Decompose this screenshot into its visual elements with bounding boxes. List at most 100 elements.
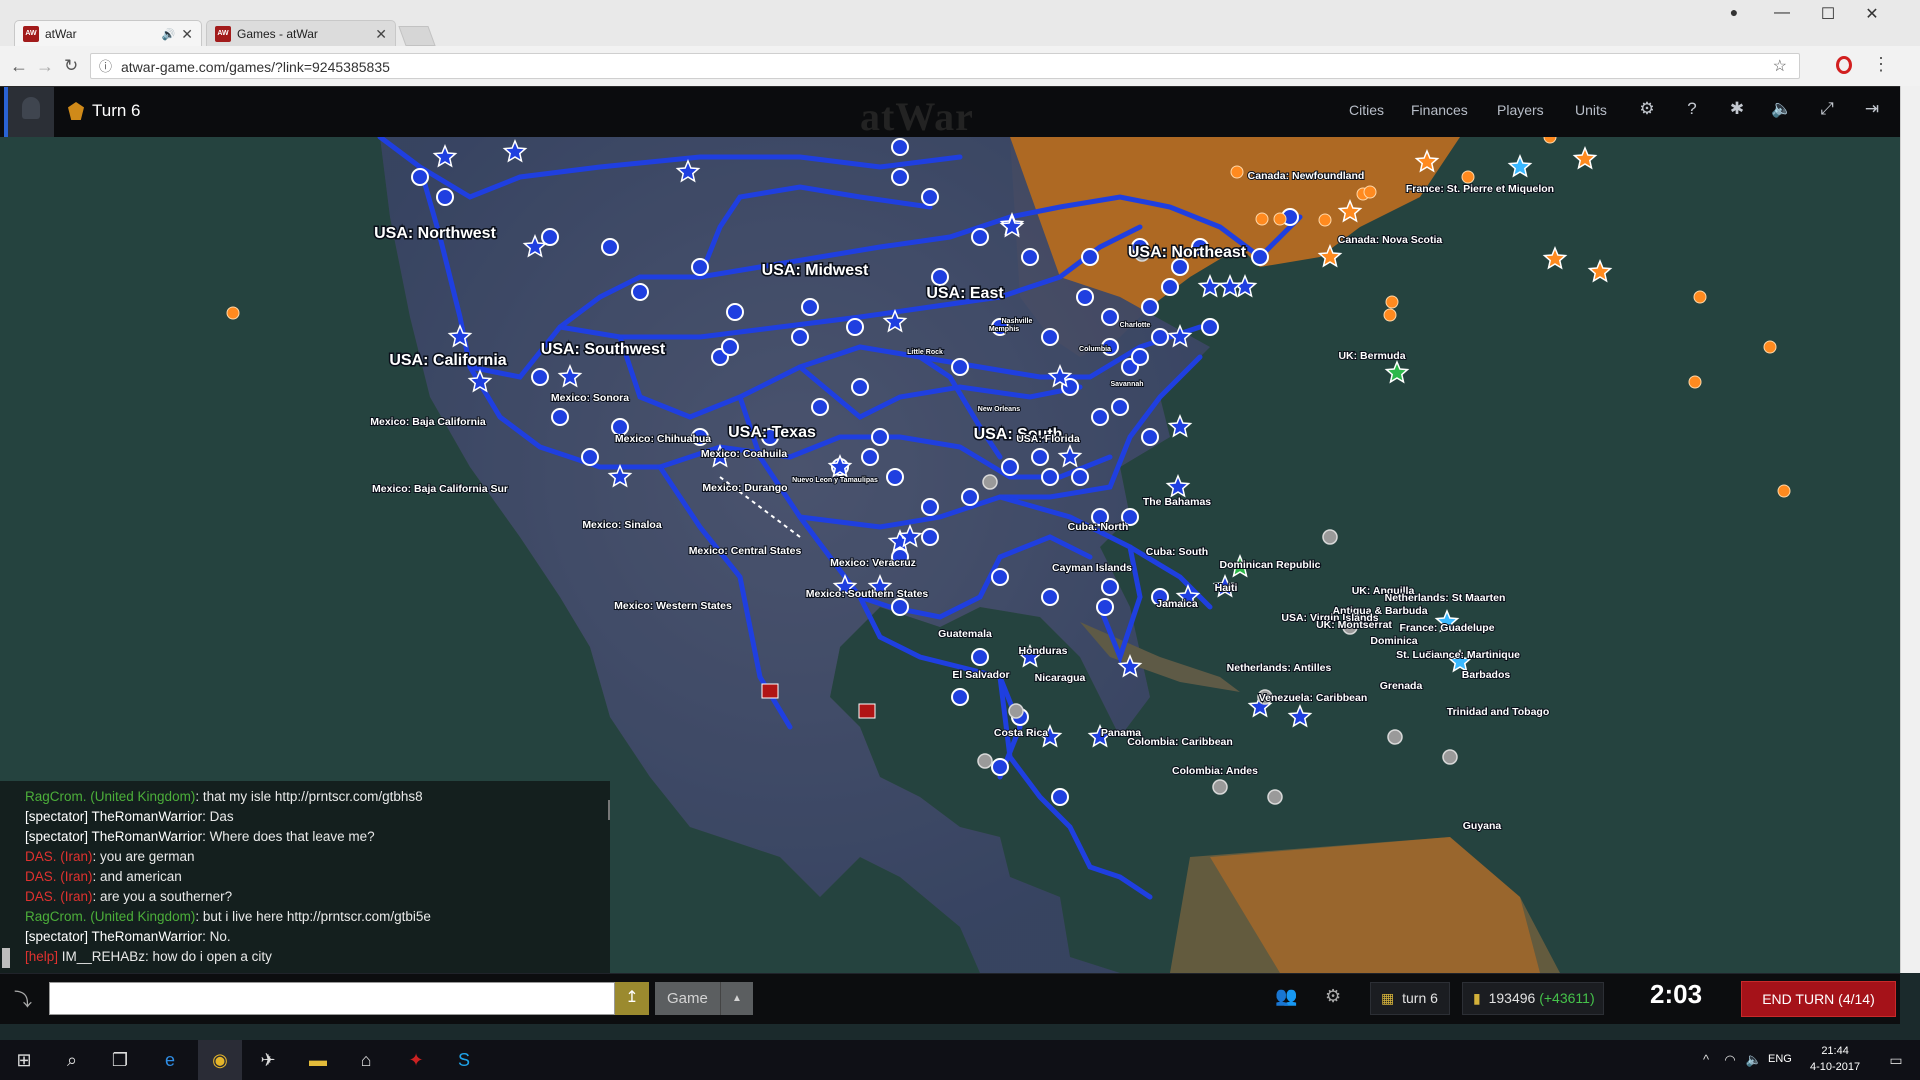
money-pill[interactable]: ▮ 193496 (+43611)	[1462, 982, 1604, 1015]
city-marker[interactable]	[581, 448, 599, 466]
windows-start-icon[interactable]: ⊞	[12, 1048, 36, 1072]
city-marker[interactable]	[1091, 408, 1109, 426]
city-marker[interactable]	[1385, 295, 1399, 309]
city-marker[interactable]	[436, 188, 454, 206]
city-marker[interactable]	[1255, 212, 1269, 226]
city-marker[interactable]	[691, 258, 709, 276]
audio-icon[interactable]: 🔊	[162, 28, 176, 41]
chat-sender[interactable]: [spectator] TheRomanWarrior	[25, 829, 202, 844]
city-marker[interactable]	[971, 228, 989, 246]
system-clock[interactable]: 21:44 4-10-2017	[1810, 1043, 1860, 1075]
chat-sender[interactable]: [help]	[25, 949, 58, 964]
region-label[interactable]: Trinidad and Tobago	[1446, 705, 1550, 719]
neutral-city-marker[interactable]	[982, 474, 998, 490]
region-label[interactable]: Cayman Islands	[1051, 561, 1133, 575]
region-label[interactable]: Mexico: Chihuahua	[614, 432, 712, 446]
city-marker[interactable]	[891, 168, 909, 186]
city-marker[interactable]	[1101, 578, 1119, 596]
city-marker[interactable]	[1111, 398, 1129, 416]
city-marker[interactable]	[1171, 258, 1189, 276]
city-marker[interactable]	[1141, 428, 1159, 446]
city-marker[interactable]	[1363, 185, 1377, 199]
city-marker[interactable]	[921, 498, 939, 516]
region-label[interactable]: USA: Florida	[1015, 432, 1081, 446]
new-tab-button[interactable]	[398, 26, 436, 46]
tab-atwar[interactable]: AW atWar 🔊 ✕	[14, 20, 202, 47]
region-label[interactable]: St. Lucia	[1395, 648, 1441, 662]
turn-pill[interactable]: ▦ turn 6	[1370, 982, 1450, 1015]
city-marker[interactable]	[891, 138, 909, 156]
enemy-unit-marker[interactable]	[858, 703, 876, 719]
chat-sender[interactable]: DAS. (Iran)	[25, 849, 93, 864]
browser-menu-icon[interactable]: ⋮	[1872, 54, 1890, 75]
end-turn-button[interactable]: END TURN (4/14)	[1741, 981, 1896, 1017]
close-tab-icon[interactable]: ✕	[375, 26, 387, 43]
neutral-city-marker[interactable]	[977, 753, 993, 769]
city-marker[interactable]	[1021, 248, 1039, 266]
city-marker[interactable]	[961, 488, 979, 506]
sound-icon[interactable]: 🔈	[1771, 99, 1793, 119]
help-icon[interactable]: ?	[1681, 99, 1703, 119]
region-label[interactable]: Charlotte	[1119, 321, 1152, 330]
chat-channel-select[interactable]: Game ▲	[655, 982, 753, 1015]
region-label[interactable]: Mexico: Baja California	[369, 415, 487, 429]
region-label[interactable]: USA: Southwest	[539, 340, 667, 360]
region-label[interactable]: USA: California	[388, 351, 508, 371]
city-marker[interactable]	[1131, 348, 1149, 366]
city-marker[interactable]	[1096, 598, 1114, 616]
city-marker[interactable]	[851, 378, 869, 396]
city-marker[interactable]	[791, 328, 809, 346]
city-marker[interactable]	[811, 398, 829, 416]
bookmark-star-icon[interactable]: ☆	[1773, 54, 1787, 80]
store-icon[interactable]: ⌂	[354, 1048, 378, 1072]
city-marker[interactable]	[1051, 788, 1069, 806]
volume-icon[interactable]: 🔈	[1742, 1048, 1766, 1072]
city-marker[interactable]	[1693, 290, 1707, 304]
region-label[interactable]: France: St. Pierre et Miquelon	[1405, 182, 1555, 196]
region-label[interactable]: Savannah	[1109, 380, 1144, 389]
region-label[interactable]: USA: East	[925, 284, 1006, 304]
region-label[interactable]: Guatemala	[937, 627, 993, 641]
region-label[interactable]: Cuba: South	[1145, 545, 1209, 559]
region-label[interactable]: Nuevo Leon y Tamaulipas	[791, 476, 879, 485]
chat-sender[interactable]: RagCrom. (United Kingdom)	[25, 909, 195, 924]
city-marker[interactable]	[871, 428, 889, 446]
region-label[interactable]: The Bahamas	[1142, 495, 1212, 509]
city-marker[interactable]	[726, 303, 744, 321]
city-marker[interactable]	[541, 228, 559, 246]
neutral-city-marker[interactable]	[1322, 529, 1338, 545]
city-marker[interactable]	[411, 168, 429, 186]
chat-sender[interactable]: [spectator] TheRomanWarrior	[25, 929, 202, 944]
chrome-icon[interactable]: ◉	[198, 1040, 242, 1080]
city-marker[interactable]	[801, 298, 819, 316]
region-label[interactable]: USA: Texas	[727, 423, 818, 443]
region-label[interactable]: Nicaragua	[1034, 671, 1087, 685]
region-label[interactable]: USA: Midwest	[760, 261, 870, 281]
chat-resize-handle[interactable]	[608, 800, 610, 820]
city-marker[interactable]	[861, 448, 879, 466]
region-label[interactable]: Jamaica	[1155, 597, 1199, 611]
city-marker[interactable]	[1318, 213, 1332, 227]
city-marker[interactable]	[846, 318, 864, 336]
neutral-city-marker[interactable]	[1212, 779, 1228, 795]
nav-players[interactable]: Players	[1497, 102, 1544, 118]
file-explorer-icon[interactable]: ▬	[306, 1048, 330, 1072]
region-label[interactable]: Memphis	[988, 325, 1020, 334]
region-label[interactable]: UK: Montserrat	[1315, 618, 1393, 632]
region-label[interactable]: Haiti	[1214, 581, 1239, 595]
city-marker[interactable]	[601, 238, 619, 256]
city-marker[interactable]	[1076, 288, 1094, 306]
city-marker[interactable]	[1041, 328, 1059, 346]
chat-sender[interactable]: RagCrom. (United Kingdom)	[25, 789, 195, 804]
city-marker[interactable]	[971, 648, 989, 666]
city-marker[interactable]	[1763, 340, 1777, 354]
opera-icon[interactable]	[1836, 56, 1852, 74]
region-label[interactable]: Mexico: Sonora	[550, 391, 630, 405]
region-label[interactable]: Mexico: Durango	[701, 481, 788, 495]
region-label[interactable]: Little Rock	[906, 348, 944, 357]
neutral-city-marker[interactable]	[1008, 703, 1024, 719]
exit-icon[interactable]: ⇥	[1861, 99, 1883, 119]
nav-units[interactable]: Units	[1575, 102, 1607, 118]
close-tab-icon[interactable]: ✕	[181, 26, 193, 43]
url-input[interactable]: ⓘ atwar-game.com/games/?link=9245385835 …	[90, 53, 1800, 79]
